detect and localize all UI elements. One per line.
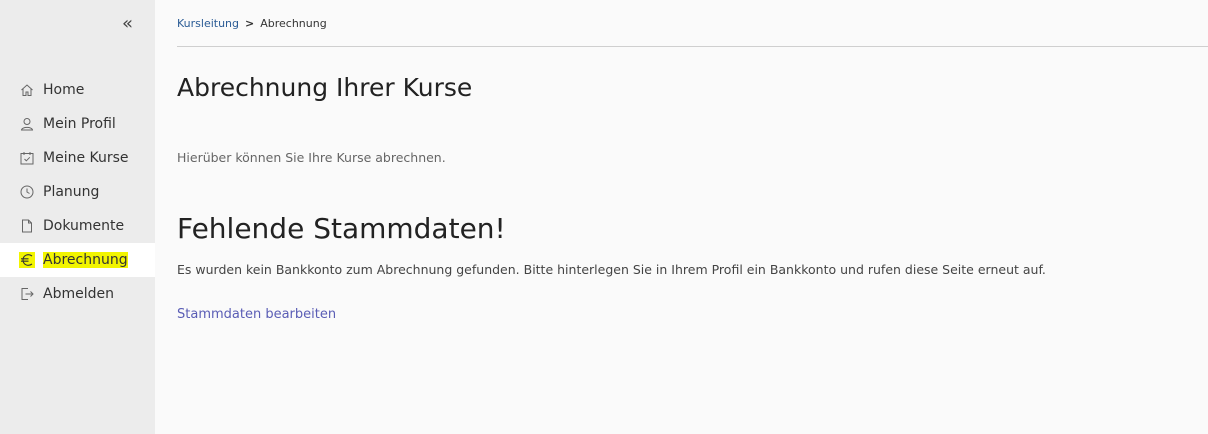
breadcrumb-parent-link[interactable]: Kursleitung [177, 17, 239, 30]
warning-message: Es wurden kein Bankkonto zum Abrechnung … [177, 262, 1046, 277]
logout-icon [19, 286, 35, 302]
sidebar-item-label: Dokumente [43, 218, 125, 234]
sidebar-item-label: Meine Kurse [43, 150, 129, 166]
euro-icon [19, 252, 35, 268]
page-title: Abrechnung Ihrer Kurse [177, 73, 473, 102]
clock-icon [19, 184, 35, 200]
breadcrumb-current: Abrechnung [260, 16, 327, 30]
sidebar-item-label: Home [43, 82, 85, 98]
sidebar-item-home[interactable]: Home [0, 73, 155, 107]
sidebar-item-profile[interactable]: Mein Profil [0, 107, 155, 141]
collapse-sidebar-icon[interactable]: « [122, 14, 133, 34]
page-intro: Hierüber können Sie Ihre Kurse abrechnen… [177, 150, 446, 165]
home-icon [19, 82, 35, 98]
user-icon [19, 116, 35, 132]
sidebar-nav: Home Mein Profil Meine Kurse Planung Dok… [0, 73, 155, 311]
sidebar-item-billing[interactable]: Abrechnung [0, 243, 155, 277]
warning-title: Fehlende Stammdaten! [177, 212, 506, 245]
sidebar-item-courses[interactable]: Meine Kurse [0, 141, 155, 175]
sidebar-item-label: Planung [43, 184, 100, 200]
sidebar-item-logout[interactable]: Abmelden [0, 277, 155, 311]
sidebar-item-label: Abmelden [43, 286, 114, 302]
main-content: Kursleitung > Abrechnung Abrechnung Ihre… [155, 0, 1208, 434]
document-icon [19, 218, 35, 234]
breadcrumb: Kursleitung > Abrechnung [177, 0, 1208, 47]
sidebar-item-documents[interactable]: Dokumente [0, 209, 155, 243]
sidebar-item-label: Abrechnung [43, 252, 128, 268]
sidebar-item-label: Mein Profil [43, 116, 116, 132]
edit-master-data-link[interactable]: Stammdaten bearbeiten [177, 307, 336, 322]
breadcrumb-separator: > [245, 16, 255, 30]
sidebar-item-planning[interactable]: Planung [0, 175, 155, 209]
calendar-check-icon [19, 150, 35, 166]
sidebar: « Home Mein Profil Meine Kurse Planung D… [0, 0, 155, 434]
